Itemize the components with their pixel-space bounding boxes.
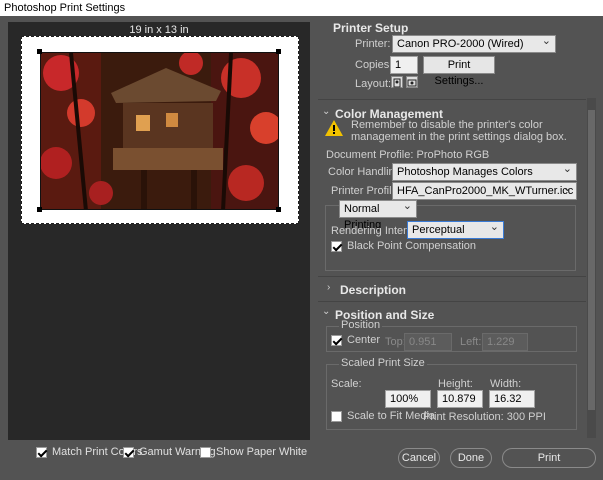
paper-size-label: 19 in x 13 in bbox=[129, 24, 189, 36]
print-resolution-text: Print Resolution: 300 PPI bbox=[423, 411, 546, 423]
height-label: Height: bbox=[438, 378, 473, 390]
top-label: Top: bbox=[385, 336, 406, 348]
photo-preview[interactable] bbox=[40, 52, 279, 210]
printer-label: Printer: bbox=[355, 38, 391, 50]
width-input[interactable]: 16.32 bbox=[489, 390, 535, 408]
section-divider bbox=[318, 99, 586, 100]
portrait-orientation-icon[interactable] bbox=[391, 76, 403, 88]
layout-label: Layout: bbox=[355, 78, 392, 90]
bpc-option[interactable]: Black Point Compensation bbox=[331, 240, 476, 252]
resize-handle-top-right[interactable] bbox=[276, 49, 281, 54]
rendering-intent-label: Rendering Intent: bbox=[331, 225, 416, 237]
settings-scrollbar-thumb[interactable] bbox=[588, 110, 595, 410]
copies-input[interactable]: 1 bbox=[390, 56, 418, 74]
photo-image bbox=[41, 53, 278, 209]
match-print-colors-checkbox[interactable] bbox=[36, 446, 47, 458]
scaled-print-size-label: Scaled Print Size bbox=[339, 357, 427, 369]
scale-input[interactable]: 100% bbox=[385, 390, 431, 408]
scale-label: Scale: bbox=[331, 378, 362, 390]
resize-handle-bottom-left[interactable] bbox=[37, 207, 42, 212]
landscape-orientation-icon[interactable] bbox=[406, 76, 418, 88]
gamut-warning-checkbox[interactable] bbox=[123, 446, 134, 458]
left-label: Left: bbox=[460, 336, 482, 348]
warning-text-line-2: management in the print settings dialog … bbox=[351, 131, 567, 143]
color-handling-select[interactable]: Photoshop Manages Colors bbox=[392, 161, 577, 181]
warning-icon bbox=[325, 120, 343, 139]
printer-select[interactable]: Canon PRO-2000 (Wired) bbox=[392, 33, 556, 53]
top-input[interactable]: 0.951 bbox=[404, 333, 452, 351]
center-option[interactable]: Center bbox=[331, 334, 380, 346]
window-title: Photoshop Print Settings bbox=[0, 0, 603, 16]
printer-profile-label: Printer Profile: bbox=[331, 185, 401, 197]
document-profile-text: Document Profile: ProPhoto RGB bbox=[326, 149, 490, 161]
print-settings-button[interactable]: Print Settings... bbox=[423, 56, 495, 87]
printing-mode-select[interactable]: Normal Printing bbox=[339, 198, 417, 231]
printer-setup-title: Printer Setup bbox=[333, 21, 409, 35]
width-label: Width: bbox=[490, 378, 522, 390]
position-label: Position bbox=[339, 319, 383, 331]
copies-label: Copies: bbox=[355, 59, 393, 71]
fit-media-checkbox[interactable] bbox=[331, 410, 342, 422]
show-paper-white-option[interactable]: Show Paper White bbox=[200, 445, 307, 459]
show-paper-white-label: Show Paper White bbox=[216, 446, 308, 458]
bpc-label: Black Point Compensation bbox=[347, 240, 477, 252]
height-input[interactable]: 10.879 bbox=[437, 390, 483, 408]
print-button[interactable]: Print bbox=[502, 448, 596, 468]
bpc-checkbox[interactable] bbox=[331, 240, 342, 252]
printer-profile-select[interactable]: HFA_CanPro2000_MK_WTurner.icc bbox=[392, 180, 577, 200]
collapse-chevron-icon[interactable]: ⌄ bbox=[322, 306, 330, 317]
resize-handle-bottom-right[interactable] bbox=[276, 207, 281, 212]
description-title[interactable]: Description bbox=[340, 283, 406, 297]
show-paper-white-checkbox[interactable] bbox=[200, 446, 211, 458]
collapse-chevron-icon[interactable]: ⌄ bbox=[322, 106, 330, 117]
warning-text-line-1: Remember to disable the printer's color bbox=[351, 119, 543, 131]
left-input[interactable]: 1.229 bbox=[482, 333, 528, 351]
cancel-button[interactable]: Cancel bbox=[398, 448, 440, 468]
fit-media-label: Scale to Fit Media bbox=[347, 410, 436, 422]
rendering-intent-select[interactable]: Perceptual bbox=[407, 219, 504, 239]
section-divider bbox=[318, 301, 586, 302]
fit-media-option[interactable]: Scale to Fit Media bbox=[331, 410, 435, 422]
section-divider bbox=[318, 276, 586, 277]
done-button[interactable]: Done bbox=[450, 448, 492, 468]
resize-handle-top-left[interactable] bbox=[37, 49, 42, 54]
center-label: Center bbox=[347, 334, 381, 346]
expand-chevron-icon[interactable]: › bbox=[327, 282, 330, 293]
center-checkbox[interactable] bbox=[331, 334, 342, 346]
